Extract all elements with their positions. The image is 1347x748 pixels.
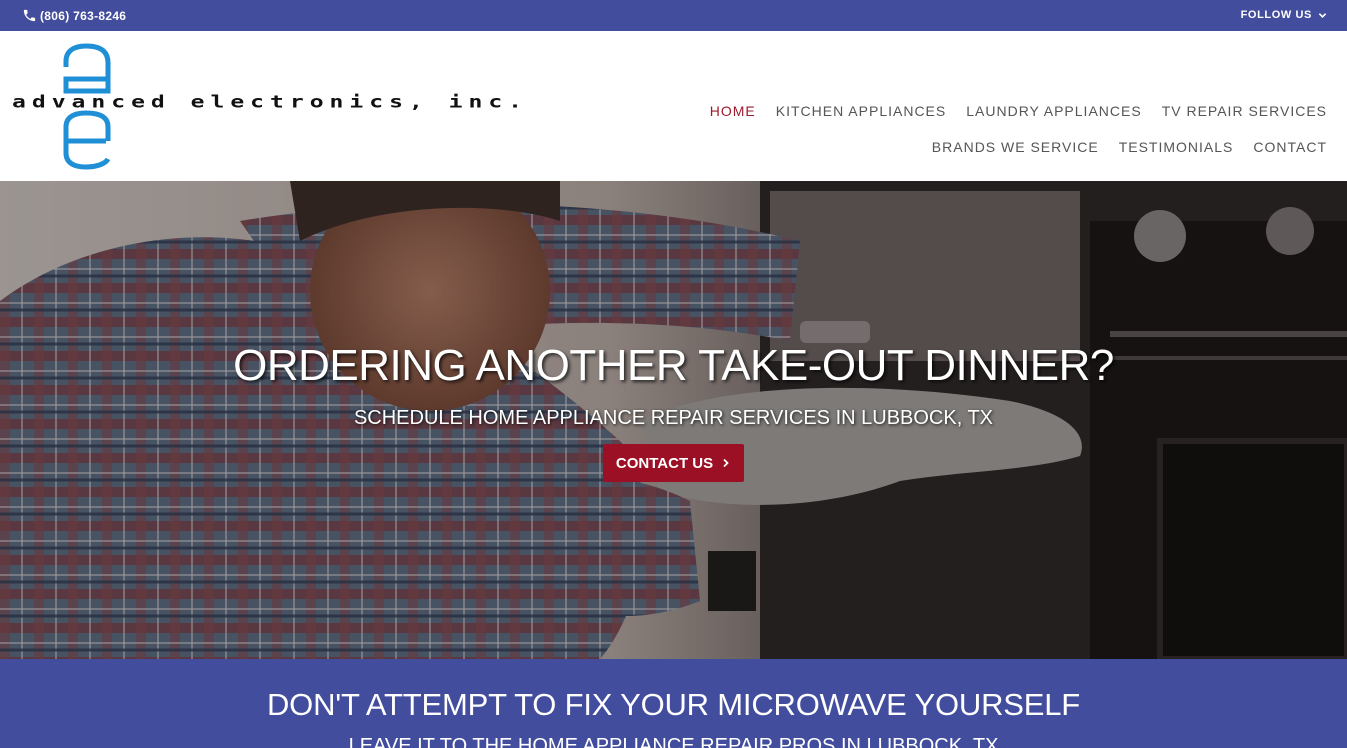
contact-us-button[interactable]: CONTACT US	[603, 444, 744, 482]
hero-title: ORDERING ANOTHER TAKE-OUT DINNER?	[233, 341, 1114, 390]
site-logo[interactable]: advanced electronics, inc.	[8, 41, 522, 171]
chevron-right-icon	[723, 458, 729, 468]
site-header: advanced electronics, inc. HOME KITCHEN …	[0, 31, 1347, 181]
phone-icon	[23, 9, 36, 22]
nav-item-laundry-appliances[interactable]: LAUNDRY APPLIANCES	[966, 93, 1141, 129]
nav-item-testimonials[interactable]: TESTIMONIALS	[1119, 129, 1234, 165]
top-bar: (806) 763-8246 FOLLOW US	[0, 0, 1347, 31]
nav-item-home[interactable]: HOME	[710, 93, 756, 129]
contact-us-label: CONTACT US	[615, 454, 714, 472]
nav-item-brands-we-service[interactable]: BRANDS WE SERVICE	[932, 129, 1099, 165]
microwave-section: DON'T ATTEMPT TO FIX YOUR MICROWAVE YOUR…	[0, 659, 1347, 748]
hero-subtitle: SCHEDULE HOME APPLIANCE REPAIR SERVICES …	[353, 407, 994, 429]
logo-wordmark: advanced electronics, inc.	[12, 93, 529, 112]
main-nav: HOME KITCHEN APPLIANCES LAUNDRY APPLIANC…	[567, 93, 1327, 165]
nav-item-contact[interactable]: CONTACT	[1253, 129, 1327, 165]
nav-item-kitchen-appliances[interactable]: KITCHEN APPLIANCES	[776, 93, 947, 129]
follow-us-dropdown[interactable]: FOLLOW US	[1241, 9, 1327, 21]
section-subtitle: LEAVE IT TO THE HOME APPLIANCE REPAIR PR…	[348, 735, 999, 748]
chevron-down-icon	[1318, 12, 1327, 18]
hero-section: ORDERING ANOTHER TAKE-OUT DINNER? SCHEDU…	[0, 181, 1347, 659]
follow-us-label: FOLLOW US	[1240, 9, 1312, 21]
section-title: DON'T ATTEMPT TO FIX YOUR MICROWAVE YOUR…	[266, 687, 1080, 722]
nav-item-tv-repair-services[interactable]: TV REPAIR SERVICES	[1162, 93, 1327, 129]
phone-link[interactable]: (806) 763-8246	[22, 8, 126, 23]
phone-number: (806) 763-8246	[40, 8, 127, 23]
